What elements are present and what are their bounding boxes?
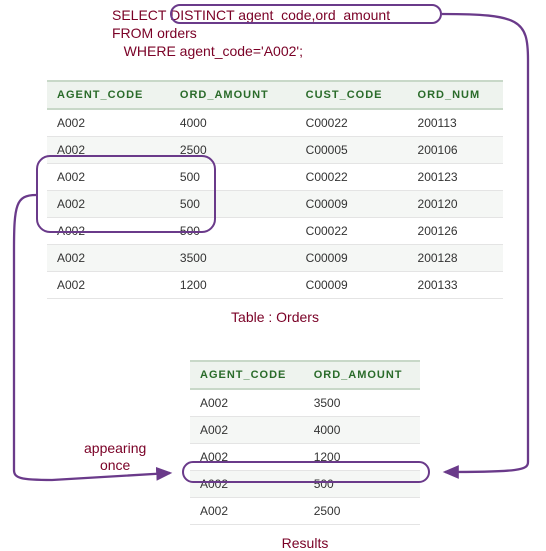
sql-distinct-clause: DISTINCT agent_code,ord_amount — [170, 7, 390, 23]
table-row: A0022500C00005200106 — [47, 137, 503, 164]
results-col-agent-code: AGENT_CODE — [190, 361, 304, 389]
results-header-row: AGENT_CODE ORD_AMOUNT — [190, 361, 420, 389]
sql-query: SELECT DISTINCT agent_code,ord_amount FR… — [112, 6, 390, 60]
orders-header-row: AGENT_CODE ORD_AMOUNT CUST_CODE ORD_NUM — [47, 81, 503, 109]
orders-col-agent-code: AGENT_CODE — [47, 81, 170, 109]
orders-col-cust-code: CUST_CODE — [296, 81, 408, 109]
appearing-once-label: appearing once — [84, 440, 146, 474]
sql-line-1: SELECT DISTINCT agent_code,ord_amount — [112, 6, 390, 24]
table-row: A0021200 — [190, 444, 420, 471]
sql-line-2: FROM orders — [112, 24, 390, 42]
table-row: A0023500C00009200128 — [47, 245, 503, 272]
table-row: A002500C00022200123 — [47, 164, 503, 191]
orders-table: AGENT_CODE ORD_AMOUNT CUST_CODE ORD_NUM … — [47, 80, 503, 299]
sql-select-keyword: SELECT — [112, 7, 170, 23]
orders-table-section: AGENT_CODE ORD_AMOUNT CUST_CODE ORD_NUM … — [47, 80, 503, 325]
table-row: A002500C00022200126 — [47, 218, 503, 245]
orders-table-caption: Table : Orders — [47, 309, 503, 325]
results-table-caption: Results — [190, 535, 420, 551]
results-col-ord-amount: ORD_AMOUNT — [304, 361, 420, 389]
results-table-section: AGENT_CODE ORD_AMOUNT A0023500 A0024000 … — [190, 360, 420, 551]
orders-col-ord-num: ORD_NUM — [408, 81, 503, 109]
table-row: A0023500 — [190, 389, 420, 417]
table-row: A0022500 — [190, 498, 420, 525]
table-row: A0024000C00022200113 — [47, 109, 503, 137]
sql-line-3: WHERE agent_code='A002'; — [112, 42, 390, 60]
table-row: A0024000 — [190, 417, 420, 444]
table-row: A0021200C00009200133 — [47, 272, 503, 299]
table-row: A002500C00009200120 — [47, 191, 503, 218]
table-row: A002500 — [190, 471, 420, 498]
orders-col-ord-amount: ORD_AMOUNT — [170, 81, 296, 109]
results-table: AGENT_CODE ORD_AMOUNT A0023500 A0024000 … — [190, 360, 420, 525]
